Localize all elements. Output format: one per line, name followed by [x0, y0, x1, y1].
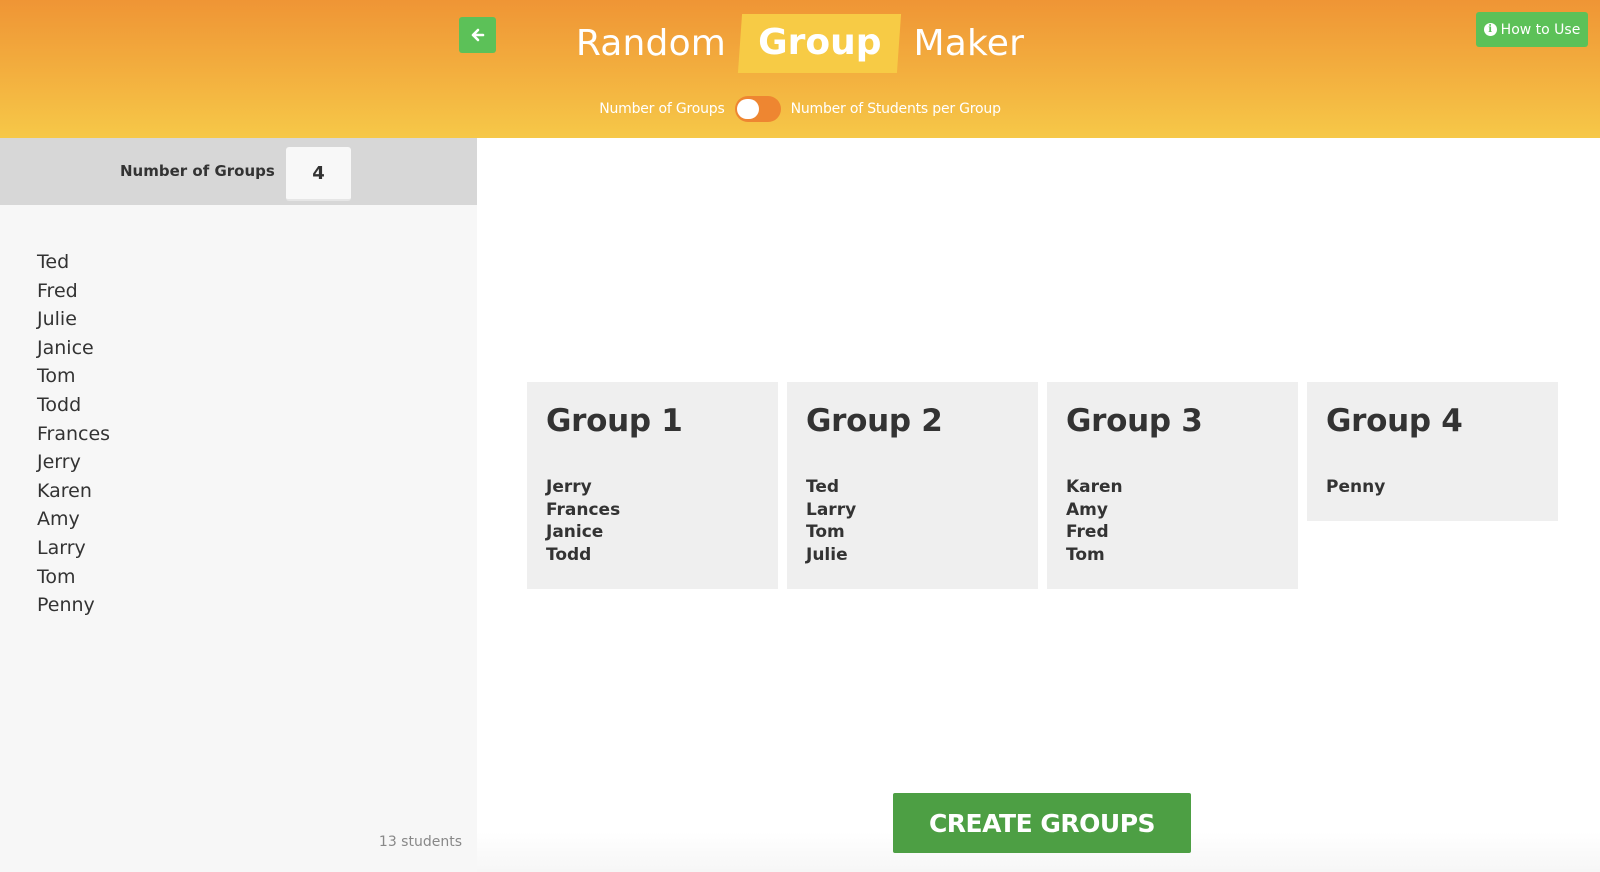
- number-of-groups-input[interactable]: [286, 147, 351, 201]
- group-title: Group 1: [546, 403, 683, 439]
- info-circle-icon: i: [1483, 23, 1497, 36]
- group-title: Group 3: [1066, 403, 1203, 439]
- student-list-item: Ted: [37, 251, 70, 273]
- student-list-item: Julie: [37, 308, 77, 331]
- groups-container: Group 1 Jerry Frances Janice Todd Group 2 Ted L…: [527, 382, 1558, 589]
- group-title: Group 2: [806, 403, 943, 439]
- title-group-highlight: Group: [738, 14, 902, 73]
- student-list[interactable]: Ted Fred Julie Janice Tom Todd Frances Jerry Kar…: [37, 248, 110, 620]
- group-member: Penny: [1326, 477, 1386, 497]
- how-to-use-label: How to Use: [1500, 21, 1581, 38]
- group-member: Karen: [1066, 477, 1123, 497]
- group-card-3: Group 3 Karen Amy Fred Tom: [1047, 382, 1298, 589]
- group-card-4: Group 4 Penny: [1307, 382, 1558, 521]
- group-member-list: Karen Amy Fred Tom: [1066, 476, 1279, 566]
- student-sidebar: Number of Groups Ted Fred Julie Janice Tom To…: [0, 138, 477, 872]
- title-random: Random: [575, 23, 727, 64]
- collapse-sidebar-button[interactable]: [459, 17, 496, 53]
- student-list-item: Tom: [37, 565, 76, 588]
- toggle-label-students-per-group[interactable]: Number of Students per Group: [791, 101, 1001, 117]
- student-list-item: Karen: [37, 479, 92, 502]
- group-member-list: Jerry Frances Janice Todd: [546, 476, 759, 566]
- group-member: Ted: [806, 477, 840, 497]
- group-card-1: Group 1 Jerry Frances Janice Todd: [527, 382, 778, 589]
- group-title: Group 4: [1326, 403, 1463, 439]
- how-to-use-button[interactable]: i How to Use: [1476, 12, 1588, 47]
- group-member: Julie: [806, 544, 848, 565]
- create-groups-button[interactable]: CREATE GROUPS: [893, 793, 1191, 853]
- group-member: Jerry: [546, 477, 592, 497]
- toggle-knob: [736, 99, 759, 119]
- group-member-list: Penny: [1326, 476, 1539, 499]
- group-member: Frances: [546, 499, 621, 520]
- arrow-left-icon: [471, 28, 484, 42]
- group-member: Tom: [1066, 544, 1105, 565]
- group-member: Todd: [546, 544, 592, 565]
- group-member: Larry: [806, 499, 857, 520]
- student-count: 13 students: [378, 834, 462, 850]
- student-list-item: Jerry: [37, 451, 81, 474]
- app-header: Random Group Maker Number of Groups Numb…: [0, 0, 1600, 138]
- group-member: Amy: [1066, 499, 1108, 520]
- toggle-label-number-of-groups[interactable]: Number of Groups: [599, 101, 725, 117]
- student-list-item: Tom: [37, 365, 76, 388]
- student-list-item: Frances: [37, 422, 111, 445]
- group-member: Fred: [1066, 522, 1109, 543]
- student-list-item: Janice: [37, 336, 94, 359]
- student-list-item: Fred: [37, 279, 78, 302]
- group-member: Tom: [806, 522, 845, 543]
- title-group: Group: [758, 22, 882, 63]
- group-member: Janice: [546, 522, 604, 543]
- number-of-groups-label: Number of Groups: [120, 162, 275, 180]
- app-title: Random Group Maker: [0, 14, 1600, 73]
- student-list-item: Todd: [37, 393, 82, 416]
- student-list-item: Amy: [37, 508, 80, 531]
- title-maker: Maker: [913, 23, 1025, 64]
- sidebar-settings-bar: Number of Groups: [0, 138, 477, 205]
- mode-toggle[interactable]: [734, 96, 781, 122]
- mode-toggle-row: Number of Groups Number of Students per …: [0, 96, 1600, 122]
- student-list-item: Larry: [37, 536, 86, 559]
- student-list-item: Penny: [37, 594, 95, 617]
- group-card-2: Group 2 Ted Larry Tom Julie: [787, 382, 1038, 589]
- group-member-list: Ted Larry Tom Julie: [806, 476, 1019, 566]
